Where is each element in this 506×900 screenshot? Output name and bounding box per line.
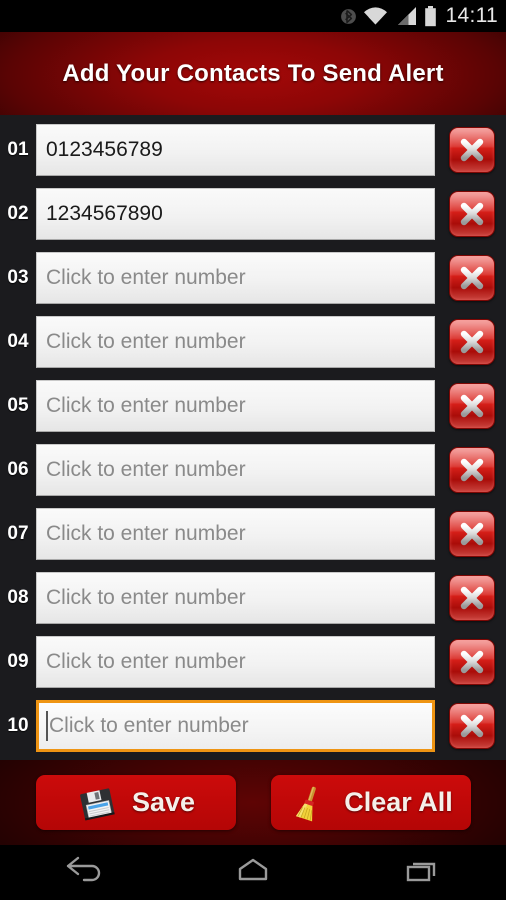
- contact-field-wrapper: Click to enter number: [36, 444, 435, 496]
- contact-row: 01 0123456789: [0, 118, 506, 182]
- contact-number-value: 0123456789: [46, 138, 163, 161]
- home-icon: [231, 855, 275, 890]
- contact-number-placeholder: Click to enter number: [46, 458, 246, 481]
- clear-all-button[interactable]: Clear All: [270, 775, 471, 830]
- delete-contact-button[interactable]: [449, 511, 495, 557]
- delete-contact-button[interactable]: [449, 191, 495, 237]
- contact-row-index: 05: [7, 395, 29, 416]
- close-icon: [460, 650, 484, 674]
- contact-field-wrapper: Click to enter number: [36, 380, 435, 432]
- contact-field-wrapper: 0123456789: [36, 124, 435, 176]
- contact-number-placeholder: Click to enter number: [46, 266, 246, 289]
- clear-all-button-label: Clear All: [344, 787, 453, 817]
- close-icon: [460, 202, 484, 226]
- contact-row: 04 Click to enter number: [0, 310, 506, 374]
- contact-field-wrapper: Click to enter number: [36, 508, 435, 560]
- contact-row-index: 04: [7, 331, 29, 352]
- contact-row: 03 Click to enter number: [0, 246, 506, 310]
- back-icon: [62, 855, 106, 890]
- contact-field-wrapper: 1234567890: [36, 188, 435, 240]
- contact-field-wrapper: Click to enter number: [36, 316, 435, 368]
- contact-row: 09 Click to enter number: [0, 630, 506, 694]
- contact-number-input[interactable]: Click to enter number: [36, 444, 435, 496]
- contact-row-index: 02: [7, 203, 29, 224]
- bluetooth-icon: [340, 6, 356, 27]
- close-icon: [460, 266, 484, 290]
- android-navigation-bar: [0, 845, 506, 900]
- contact-number-placeholder: Click to enter number: [46, 330, 246, 353]
- cellular-signal-icon: [395, 6, 417, 26]
- text-caret: [46, 711, 48, 741]
- contact-number-input[interactable]: Click to enter number: [36, 252, 435, 304]
- contact-row-index: 07: [7, 523, 29, 544]
- delete-contact-button[interactable]: [449, 447, 495, 493]
- contact-number-placeholder: Click to enter number: [46, 394, 246, 417]
- contact-row-index: 03: [7, 267, 29, 288]
- contact-number-input[interactable]: 1234567890: [36, 188, 435, 240]
- contact-number-placeholder: Click to enter number: [46, 586, 246, 609]
- contact-number-value: 1234567890: [46, 202, 163, 225]
- save-button-label: Save: [131, 787, 196, 817]
- action-bar: Save Clear All: [0, 760, 506, 845]
- contact-row: 07 Click to enter number: [0, 502, 506, 566]
- close-icon: [460, 586, 484, 610]
- save-button[interactable]: Save: [35, 775, 236, 830]
- close-icon: [460, 138, 484, 162]
- contact-field-wrapper: Click to enter number: [36, 252, 435, 304]
- contact-number-placeholder: Click to enter number: [46, 522, 246, 545]
- contact-number-input[interactable]: Click to enter number: [36, 700, 435, 752]
- wifi-icon: [363, 6, 388, 26]
- contact-field-wrapper: Click to enter number: [36, 572, 435, 624]
- contact-row-index: 01: [7, 139, 29, 160]
- delete-contact-button[interactable]: [449, 383, 495, 429]
- contact-row-index: 08: [7, 587, 29, 608]
- floppy-disk-icon: [76, 782, 118, 824]
- contact-number-input[interactable]: 0123456789: [36, 124, 435, 176]
- delete-contact-button[interactable]: [449, 127, 495, 173]
- close-icon: [460, 522, 484, 546]
- contact-row: 02 1234567890: [0, 182, 506, 246]
- delete-contact-button[interactable]: [449, 319, 495, 365]
- contact-number-input[interactable]: Click to enter number: [36, 572, 435, 624]
- contact-row: 08 Click to enter number: [0, 566, 506, 630]
- contact-number-placeholder: Click to enter number: [46, 650, 246, 673]
- broom-icon: [288, 782, 330, 824]
- close-icon: [460, 394, 484, 418]
- contact-number-input[interactable]: Click to enter number: [36, 508, 435, 560]
- contact-row-index: 09: [7, 651, 29, 672]
- contact-row: 05 Click to enter number: [0, 374, 506, 438]
- status-time: 14:11: [445, 4, 498, 27]
- contact-row-index: 10: [7, 715, 29, 736]
- contact-number-input[interactable]: Click to enter number: [36, 316, 435, 368]
- contact-number-input[interactable]: Click to enter number: [36, 636, 435, 688]
- contact-field-wrapper: Click to enter number: [36, 700, 435, 752]
- page-title: Add Your Contacts To Send Alert: [62, 59, 444, 87]
- contact-field-wrapper: Click to enter number: [36, 636, 435, 688]
- close-icon: [460, 330, 484, 354]
- app-root: 14:11 Add Your Contacts To Send Alert 01…: [0, 0, 506, 900]
- delete-contact-button[interactable]: [449, 703, 495, 749]
- contact-row: 10 Click to enter number: [0, 694, 506, 758]
- contact-list: 01 0123456789 02 1234567890 03 Click to enter…: [0, 115, 506, 760]
- delete-contact-button[interactable]: [449, 575, 495, 621]
- home-button[interactable]: [208, 849, 298, 897]
- contact-number-placeholder: Click to enter number: [49, 714, 249, 737]
- delete-contact-button[interactable]: [449, 639, 495, 685]
- recents-icon: [400, 855, 444, 890]
- delete-contact-button[interactable]: [449, 255, 495, 301]
- battery-icon: [424, 5, 437, 27]
- contact-row-index: 06: [7, 459, 29, 480]
- contact-number-input[interactable]: Click to enter number: [36, 380, 435, 432]
- app-header: Add Your Contacts To Send Alert: [0, 32, 506, 115]
- close-icon: [460, 714, 484, 738]
- contact-row: 06 Click to enter number: [0, 438, 506, 502]
- recents-button[interactable]: [377, 849, 467, 897]
- close-icon: [460, 458, 484, 482]
- status-bar: 14:11: [0, 0, 506, 32]
- back-button[interactable]: [39, 849, 129, 897]
